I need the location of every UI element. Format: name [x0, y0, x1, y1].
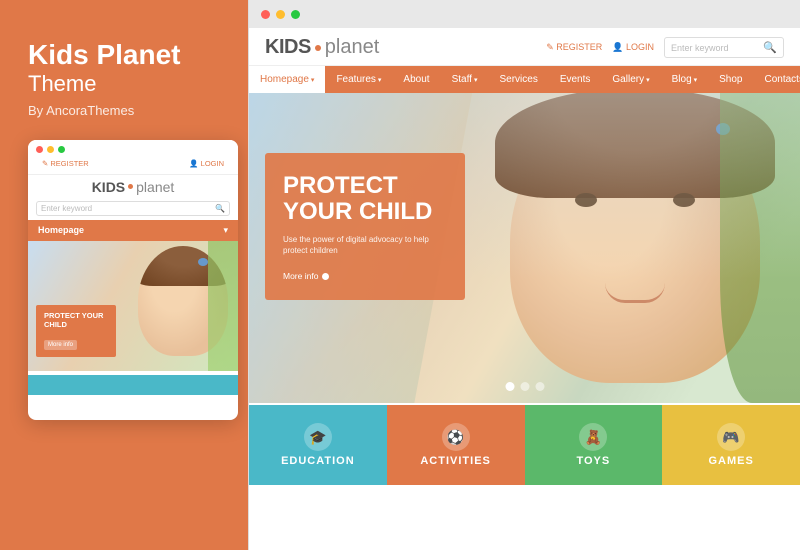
desktop-search-placeholder: Enter keyword	[671, 43, 763, 53]
nav-staff-arrow: ▾	[474, 76, 478, 84]
desktop-logo-kids: KIDS	[265, 36, 311, 59]
mobile-hero-title: PROTECT YOUR CHILD	[44, 311, 108, 329]
mobile-menu-bar[interactable]: Homepage ▾	[28, 220, 238, 241]
nav-about[interactable]: About	[392, 66, 440, 93]
desktop-hero-btn[interactable]: More info	[283, 271, 329, 281]
mobile-nav-bar: ✎ REGISTER 👤 LOGIN	[36, 157, 230, 170]
nav-staff[interactable]: Staff ▾	[441, 66, 489, 93]
app-title: Kids Planet	[28, 40, 228, 71]
mobile-search-bar[interactable]: Enter keyword 🔍	[36, 201, 230, 216]
desktop-minimize-dot	[276, 10, 285, 19]
desktop-logo-dot	[315, 45, 321, 51]
nav-homepage[interactable]: Homepage ▾	[249, 66, 325, 93]
hero-photo-area	[414, 93, 800, 403]
desktop-hero-subtitle: Use the power of digital advocacy to hel…	[283, 234, 447, 256]
games-label: GAMES	[708, 455, 753, 467]
mobile-blue-ribbon	[198, 258, 208, 266]
nav-blog[interactable]: Blog ▾	[661, 66, 709, 93]
close-dot	[36, 146, 43, 153]
desktop-logo-separator	[315, 45, 321, 51]
slide-dot-1[interactable]	[505, 382, 514, 391]
education-label: EDUCATION	[281, 455, 355, 467]
education-icon: 🎓	[304, 423, 332, 451]
nav-events[interactable]: Events	[549, 66, 602, 93]
desktop-maximize-dot	[291, 10, 300, 19]
window-controls	[36, 146, 230, 153]
mobile-title-bar: ✎ REGISTER 👤 LOGIN	[28, 140, 238, 175]
slide-dot-2[interactable]	[520, 382, 529, 391]
bottom-cards: 🎓 EDUCATION ⚽ ACTIVITIES 🧸 TOYS 🎮 GAMES	[249, 405, 800, 485]
mobile-green-patch	[208, 241, 238, 371]
desktop-logo: KIDS planet	[265, 36, 379, 59]
card-education[interactable]: 🎓 EDUCATION	[249, 405, 387, 485]
mobile-search-icon: 🔍	[215, 204, 225, 213]
desktop-mockup: KIDS planet ✎ REGISTER 👤 LOGIN Enter key…	[248, 0, 800, 550]
nav-features[interactable]: Features ▾	[325, 66, 392, 93]
mobile-register-link[interactable]: ✎ REGISTER	[42, 159, 89, 168]
mobile-mockup: ✎ REGISTER 👤 LOGIN KIDS planet Enter key…	[28, 140, 238, 420]
desktop-close-dot	[261, 10, 270, 19]
card-activities[interactable]: ⚽ ACTIVITIES	[387, 405, 525, 485]
desktop-hero: PROTECT YOUR CHILD Use the power of digi…	[249, 93, 800, 403]
activities-icon: ⚽	[442, 423, 470, 451]
nav-shop[interactable]: Shop	[708, 66, 753, 93]
toys-label: TOYS	[576, 455, 610, 467]
app-author: By AncoraThemes	[28, 103, 228, 118]
card-games[interactable]: 🎮 GAMES	[662, 405, 800, 485]
desktop-header-right: ✎ REGISTER 👤 LOGIN Enter keyword 🔍	[546, 37, 784, 58]
desktop-hero-title: PROTECT YOUR CHILD	[283, 173, 447, 226]
nav-gallery[interactable]: Gallery ▾	[601, 66, 660, 93]
desktop-logo-planet: planet	[325, 36, 380, 59]
desktop-header: KIDS planet ✎ REGISTER 👤 LOGIN Enter key…	[249, 28, 800, 66]
mobile-logo-dot	[128, 184, 133, 189]
toys-icon: 🧸	[579, 423, 607, 451]
desktop-nav: Homepage ▾ Features ▾ About Staff ▾ Serv…	[249, 66, 800, 93]
mobile-hero-btn[interactable]: More info	[44, 340, 77, 350]
left-panel: Kids Planet Theme By AncoraThemes ✎ REGI…	[0, 0, 248, 550]
nav-blog-arrow: ▾	[694, 76, 698, 84]
nav-features-arrow: ▾	[378, 76, 382, 84]
minimize-dot	[47, 146, 54, 153]
mobile-login-link[interactable]: 👤 LOGIN	[189, 159, 224, 168]
card-toys[interactable]: 🧸 TOYS	[525, 405, 663, 485]
hero-btn-dot	[322, 273, 329, 280]
nav-services[interactable]: Services	[488, 66, 548, 93]
maximize-dot	[58, 146, 65, 153]
mobile-menu-arrow-icon: ▾	[223, 225, 228, 236]
mobile-menu-label: Homepage	[38, 225, 84, 235]
desktop-hero-text-box: PROTECT YOUR CHILD Use the power of digi…	[265, 153, 465, 300]
desktop-register-link[interactable]: ✎ REGISTER	[546, 42, 602, 53]
hero-top-gradient	[414, 93, 800, 279]
app-subtitle: Theme	[28, 71, 228, 97]
mobile-bottom-bar	[28, 375, 238, 395]
nav-contacts[interactable]: Contacts	[754, 66, 800, 93]
desktop-search-icon: 🔍	[763, 41, 777, 54]
nav-gallery-arrow: ▾	[646, 76, 650, 84]
nav-homepage-arrow: ▾	[311, 76, 315, 84]
desktop-browser: KIDS planet ✎ REGISTER 👤 LOGIN Enter key…	[249, 28, 800, 550]
mobile-hero-overlay: PROTECT YOUR CHILD More info	[36, 305, 116, 357]
desktop-search-bar[interactable]: Enter keyword 🔍	[664, 37, 784, 58]
activities-label: ACTIVITIES	[420, 455, 491, 467]
mobile-search-placeholder: Enter keyword	[41, 204, 215, 213]
hero-slide-dots	[505, 382, 544, 391]
slide-dot-3[interactable]	[535, 382, 544, 391]
mobile-hero: PROTECT YOUR CHILD More info	[28, 241, 238, 371]
mobile-logo: KIDS planet	[28, 175, 238, 197]
games-icon: 🎮	[717, 423, 745, 451]
hero-smile	[605, 283, 665, 303]
desktop-login-link[interactable]: 👤 LOGIN	[612, 42, 654, 53]
desktop-title-bar	[249, 0, 800, 28]
